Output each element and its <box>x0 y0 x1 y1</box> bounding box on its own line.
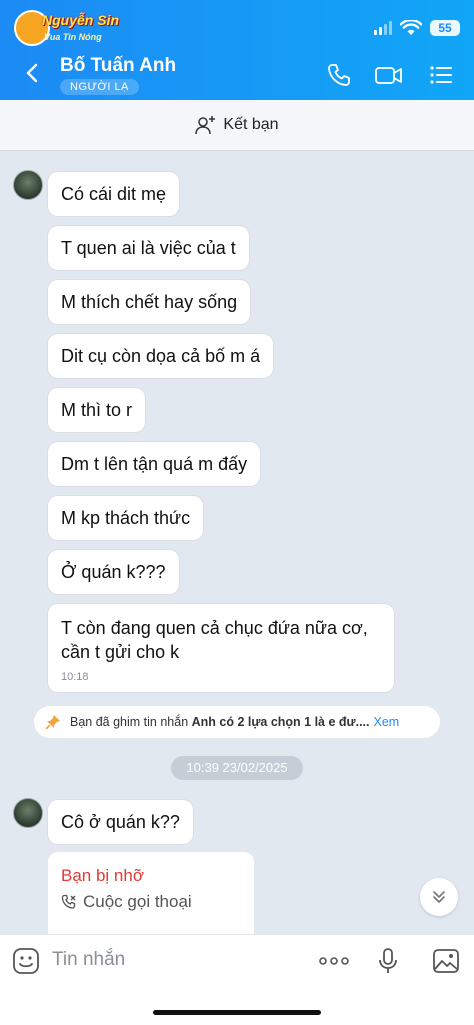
watermark-title: Nguyễn Sin <box>42 12 120 28</box>
message-bubble[interactable]: M thì to r <box>48 388 146 432</box>
add-friend-label: Kết bạn <box>223 116 279 133</box>
message-bubble-last[interactable]: T còn đang quen cả chục đứa nữa cơ, cần … <box>48 604 394 692</box>
battery-indicator: 55 <box>430 20 460 36</box>
message-bubble[interactable]: M kp thách thức <box>48 496 204 540</box>
back-chevron-icon[interactable] <box>22 62 44 84</box>
message-bubble[interactable]: Dm t lên tận quá m đấy <box>48 442 261 486</box>
message-line: cần t gửi cho k <box>61 642 180 662</box>
pinned-prefix: Bạn đã ghim tin nhắn <box>70 715 189 729</box>
missed-call-card[interactable]: Bạn bị nhỡ Cuộc gọi thoại <box>48 852 254 942</box>
menu-list-icon[interactable] <box>428 62 454 88</box>
missed-call-icon <box>61 894 76 909</box>
microphone-icon[interactable] <box>374 947 402 975</box>
status-watermark-logo: Nguyễn Sin Vua Tin Nóng <box>14 10 119 50</box>
pinned-message-notice[interactable]: Bạn đã ghim tin nhắn Anh có 2 lựa chọn 1… <box>34 706 440 738</box>
double-chevron-down-icon <box>433 891 445 903</box>
message-bubble[interactable]: Ở quán k??? <box>48 550 179 594</box>
missed-call-title: Bạn bị nhỡ <box>61 866 144 885</box>
more-options-icon[interactable] <box>318 947 350 975</box>
missed-call-subtitle-row: Cuộc gọi thoại <box>61 892 192 912</box>
contact-name[interactable]: Bố Tuấn Anh <box>60 55 176 77</box>
chat-header: Nguyễn Sin Vua Tin Nóng 55 Bố Tuấn Anh N… <box>0 0 474 100</box>
pinned-text: Anh có 2 lựa chọn 1 là e đư.... <box>191 715 370 729</box>
pinned-view-link[interactable]: Xem <box>374 715 400 729</box>
add-friend-button[interactable]: Kết bạn <box>0 100 474 151</box>
missed-call-subtitle: Cuộc gọi thoại <box>83 892 192 911</box>
sticker-emoji-icon[interactable] <box>12 947 40 975</box>
wifi-icon <box>400 20 422 35</box>
message-bubble[interactable]: Dit cụ còn dọa cả bố m á <box>48 334 274 378</box>
phone-call-icon[interactable] <box>326 62 352 88</box>
scroll-to-bottom-button[interactable] <box>420 878 458 916</box>
image-gallery-icon[interactable] <box>432 947 460 975</box>
message-bubble[interactable]: Cô ở quán k?? <box>48 800 193 844</box>
date-divider: 10:39 23/02/2025 <box>171 756 303 780</box>
contact-avatar[interactable] <box>13 170 43 200</box>
message-line: T còn đang quen cả chục đứa nữa cơ, <box>61 618 368 638</box>
message-bubble[interactable]: M thích chết hay sống <box>48 280 251 324</box>
message-bubble[interactable]: Có cái dit mẹ <box>48 172 180 216</box>
message-input[interactable]: Tin nhắn <box>52 949 125 971</box>
add-user-icon <box>195 116 216 135</box>
status-icons: 55 <box>374 18 460 38</box>
home-indicator <box>153 1010 321 1015</box>
video-call-icon[interactable] <box>374 62 404 88</box>
signal-icon <box>374 21 392 35</box>
message-time: 10:18 <box>61 671 89 683</box>
stranger-badge: NGƯỜI LẠ <box>60 79 139 95</box>
pin-icon <box>45 715 60 730</box>
contact-avatar[interactable] <box>13 798 43 828</box>
message-bubble[interactable]: T quen ai là việc của t <box>48 226 249 270</box>
watermark-subtitle: Vua Tin Nóng <box>44 32 102 42</box>
